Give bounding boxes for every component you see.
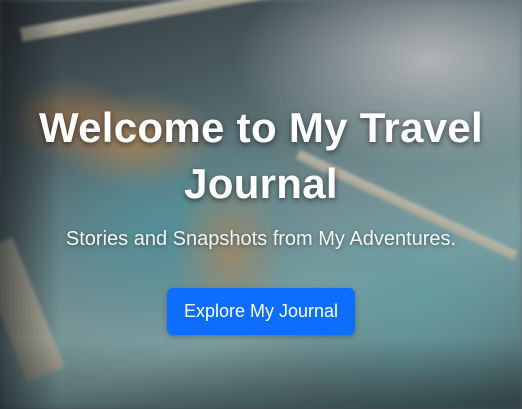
hero-content: Welcome to My Travel Journal Stories and… bbox=[0, 100, 522, 335]
hero-section: Welcome to My Travel Journal Stories and… bbox=[0, 0, 522, 409]
explore-journal-button[interactable]: Explore My Journal bbox=[166, 288, 356, 335]
hero-subtitle: Stories and Snapshots from My Adventures… bbox=[65, 228, 457, 250]
hero-title: Welcome to My Travel Journal bbox=[38, 104, 484, 207]
